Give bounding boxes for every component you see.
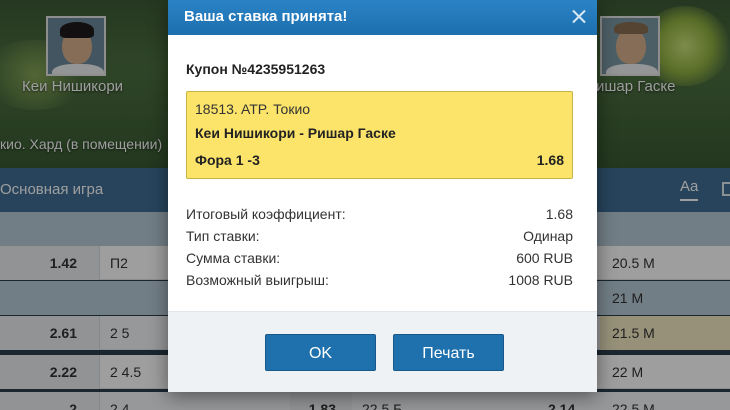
summary-label: Сумма ставки: (186, 250, 281, 266)
ok-button[interactable]: OK (265, 334, 376, 371)
close-icon[interactable] (568, 6, 590, 28)
coupon-number: Купон №4235951263 (186, 61, 326, 77)
summary-label: Тип ставки: (186, 228, 260, 244)
bet-card: 18513. ATP. Токио Кеи Нишикори - Ришар Г… (186, 91, 573, 179)
summary-row: Тип ставки: Одинар (186, 228, 573, 250)
dialog-title: Ваша ставка принята! (184, 8, 348, 25)
summary-value: 600 RUB (516, 250, 573, 266)
bet-outcome: Фора 1 -3 (195, 152, 260, 168)
dialog-header: Ваша ставка принята! (168, 0, 597, 35)
bet-odds: 1.68 (536, 152, 564, 168)
summary-value: Одинар (523, 228, 573, 244)
bet-match: Кеи Нишикори - Ришар Гаске (195, 125, 396, 141)
summary-row: Возможный выигрыш: 1008 RUB (186, 272, 573, 294)
summary-value: 1.68 (545, 206, 573, 222)
bet-summary: Итоговый коэффициент: 1.68 Тип ставки: О… (186, 206, 573, 294)
dialog-footer: OK Печать (168, 311, 597, 392)
summary-label: Итоговый коэффициент: (186, 206, 346, 222)
summary-value: 1008 RUB (508, 272, 573, 288)
print-button[interactable]: Печать (393, 334, 504, 371)
summary-row: Сумма ставки: 600 RUB (186, 250, 573, 272)
summary-label: Возможный выигрыш: (186, 272, 329, 288)
bet-accepted-dialog: Ваша ставка принята! Купон №4235951263 1… (168, 0, 597, 392)
summary-row: Итоговый коэффициент: 1.68 (186, 206, 573, 228)
bet-event: 18513. ATP. Токио (195, 101, 311, 117)
